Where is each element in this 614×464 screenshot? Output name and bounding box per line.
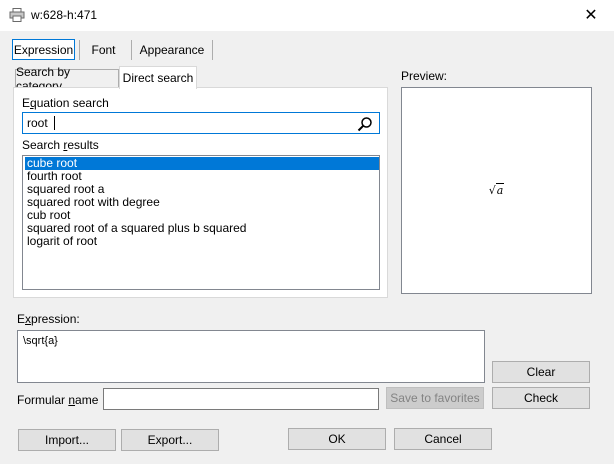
search-input-value: root bbox=[27, 116, 48, 130]
check-button-label: Check bbox=[523, 391, 558, 405]
search-icon[interactable] bbox=[357, 116, 373, 132]
text-cursor bbox=[54, 116, 55, 130]
tab-font-label: Font bbox=[91, 43, 116, 57]
import-button[interactable]: Import... bbox=[18, 429, 116, 451]
tab-expression[interactable]: Expression bbox=[12, 39, 75, 60]
equation-search-input[interactable]: root bbox=[22, 112, 380, 134]
formular-name-label: Formular name bbox=[17, 393, 99, 407]
expression-textarea[interactable]: \sqrt{a} bbox=[17, 330, 485, 383]
tab-appearance-label: Appearance bbox=[139, 43, 205, 57]
printer-icon bbox=[9, 8, 25, 22]
import-button-label: Import... bbox=[44, 433, 89, 447]
tab-direct-search-label: Direct search bbox=[122, 71, 194, 85]
tab-appearance[interactable]: Appearance bbox=[131, 40, 213, 60]
equation-search-label: Equation search bbox=[22, 96, 109, 110]
export-button-label: Export... bbox=[147, 433, 193, 447]
radicand: a bbox=[495, 183, 505, 197]
expression-value: \sqrt{a} bbox=[23, 335, 58, 347]
ok-button[interactable]: OK bbox=[288, 428, 386, 450]
check-button[interactable]: Check bbox=[492, 387, 590, 409]
search-results-label: Search results bbox=[22, 138, 99, 152]
tab-font[interactable]: Font bbox=[79, 40, 127, 60]
search-results-list[interactable]: cube root fourth root squared root a squ… bbox=[22, 155, 380, 290]
close-button[interactable]: ✕ bbox=[584, 7, 598, 24]
save-to-favorites-button[interactable]: Save to favorites bbox=[386, 387, 484, 409]
clear-button[interactable]: Clear bbox=[492, 361, 590, 383]
title-bar: w:628-h:471 ✕ bbox=[0, 0, 614, 31]
cancel-button-label: Cancel bbox=[424, 432, 462, 446]
tab-expression-label: Expression bbox=[13, 42, 74, 57]
expression-label: Expression: bbox=[17, 312, 80, 326]
clear-button-label: Clear bbox=[526, 365, 556, 379]
tab-search-by-category[interactable]: Search by category bbox=[15, 65, 119, 93]
save-to-favorites-label: Save to favorites bbox=[390, 391, 480, 405]
cancel-button[interactable]: Cancel bbox=[394, 428, 492, 450]
ok-button-label: OK bbox=[328, 432, 346, 446]
window-title: w:628-h:471 bbox=[31, 8, 98, 22]
preview-formula: √a bbox=[402, 183, 591, 197]
preview-label: Preview: bbox=[401, 69, 448, 83]
list-item[interactable]: logarit of root bbox=[25, 235, 97, 248]
formular-name-input[interactable] bbox=[103, 388, 379, 410]
radical-sign: √ bbox=[488, 184, 496, 197]
tab-direct-search[interactable]: Direct search bbox=[119, 66, 197, 89]
export-button[interactable]: Export... bbox=[121, 429, 219, 451]
close-icon: ✕ bbox=[584, 7, 598, 24]
preview-pane: √a bbox=[401, 87, 592, 294]
